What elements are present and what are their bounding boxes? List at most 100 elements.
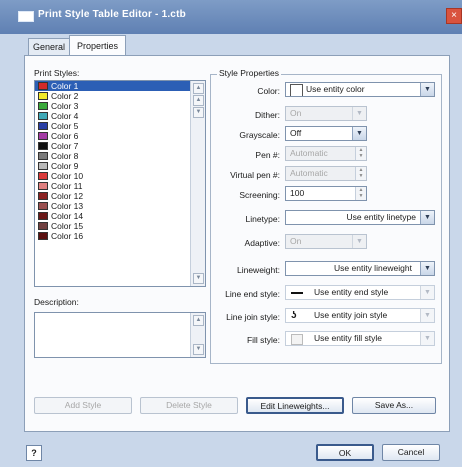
print-style-item[interactable]: Color 9 <box>35 161 205 171</box>
print-style-item[interactable]: Color 11 <box>35 181 205 191</box>
color-swatch-icon <box>38 162 48 170</box>
line-join-style-value: Use entity join style <box>314 310 388 320</box>
chevron-down-icon[interactable]: ▼ <box>420 262 434 275</box>
fill-style-icon <box>291 334 303 345</box>
print-style-item[interactable]: Color 13 <box>35 201 205 211</box>
cancel-button[interactable]: Cancel <box>382 444 440 461</box>
color-value: Use entity color <box>306 84 365 94</box>
chevron-down-icon[interactable]: ▼ <box>420 211 434 224</box>
print-style-label: Color 7 <box>51 141 79 151</box>
color-dropdown[interactable]: Use entity color ▼ <box>285 82 435 97</box>
fill-style-value: Use entity fill style <box>314 333 383 343</box>
line-end-style-dropdown[interactable]: Use entity end style ▼ <box>285 285 435 300</box>
virtual-pen-value: Automatic <box>290 168 328 178</box>
scroll-down-small-icon[interactable]: ▼ <box>193 107 204 118</box>
print-style-label: Color 12 <box>51 191 84 201</box>
print-style-item[interactable]: Color 10 <box>35 171 205 181</box>
print-style-item[interactable]: Color 16 <box>35 231 205 241</box>
print-style-label: Color 8 <box>51 151 79 161</box>
print-styles-label: Print Styles: <box>34 68 80 78</box>
virtual-pen-spinner[interactable]: Automatic ▲ ▼ <box>285 166 367 181</box>
print-style-item[interactable]: Color 2 <box>35 91 205 101</box>
edit-lineweights-button[interactable]: Edit Lineweights... <box>246 397 344 414</box>
help-button[interactable]: ? <box>26 445 42 461</box>
print-style-item[interactable]: Color 4 <box>35 111 205 121</box>
lineweight-dropdown[interactable]: Use entity lineweight ▼ <box>285 261 435 276</box>
save-as-button[interactable]: Save As... <box>352 397 436 414</box>
fill-style-dropdown[interactable]: Use entity fill style ▼ <box>285 331 435 346</box>
grayscale-label: Grayscale: <box>239 130 280 140</box>
tab-properties[interactable]: Properties <box>69 35 126 57</box>
linetype-value: Use entity linetype <box>346 212 416 222</box>
list-scrollbar[interactable]: ▲ ▲ ▼ ▼ <box>190 81 205 286</box>
color-swatch-icon <box>38 82 48 90</box>
screening-spinner[interactable]: 100 ▲ ▼ <box>285 186 367 201</box>
print-style-label: Color 1 <box>51 81 79 91</box>
desc-scroll-down-icon[interactable]: ▼ <box>193 344 204 355</box>
spinner-arrows-icon[interactable]: ▲ ▼ <box>355 147 366 160</box>
lineweight-value: Use entity lineweight <box>334 263 412 273</box>
line-join-style-dropdown[interactable]: ʖ Use entity join style ▼ <box>285 308 435 323</box>
print-style-item[interactable]: Color 14 <box>35 211 205 221</box>
window-icon <box>18 11 34 22</box>
color-swatch-icon <box>38 212 48 220</box>
color-swatch-icon <box>38 152 48 160</box>
spinner-arrows-icon[interactable]: ▲ ▼ <box>355 187 366 200</box>
description-field[interactable]: ▲ ▼ <box>34 312 206 358</box>
color-swatch-icon <box>38 202 48 210</box>
description-scrollbar[interactable]: ▲ ▼ <box>190 313 205 357</box>
chevron-down-icon[interactable]: ▼ <box>352 127 366 140</box>
print-style-label: Color 11 <box>51 181 83 191</box>
delete-style-button[interactable]: Delete Style <box>140 397 238 414</box>
color-swatch-icon <box>38 92 48 100</box>
print-style-item[interactable]: Color 1 <box>35 81 205 91</box>
color-swatch-icon <box>38 132 48 140</box>
scroll-track-icon[interactable]: ▲ <box>193 95 204 106</box>
print-style-item[interactable]: Color 8 <box>35 151 205 161</box>
print-style-item[interactable]: Color 5 <box>35 121 205 131</box>
print-style-item[interactable]: Color 7 <box>35 141 205 151</box>
window-title: Print Style Table Editor - 1.ctb <box>38 9 186 20</box>
grayscale-dropdown[interactable]: Off ▼ <box>285 126 367 141</box>
print-style-label: Color 16 <box>51 231 84 241</box>
color-swatch-icon <box>38 112 48 120</box>
dither-label: Dither: <box>254 110 280 120</box>
chevron-down-icon[interactable]: ▼ <box>352 107 366 120</box>
chevron-down-icon[interactable]: ▼ <box>420 309 434 322</box>
screening-label: Screening: <box>239 190 280 200</box>
color-swatch-icon <box>38 222 48 230</box>
print-style-table-editor-window: Print Style Table Editor - 1.ctb × Gener… <box>0 0 462 467</box>
print-style-label: Color 15 <box>51 221 84 231</box>
print-style-item[interactable]: Color 12 <box>35 191 205 201</box>
chevron-down-icon[interactable]: ▼ <box>420 286 434 299</box>
dither-dropdown[interactable]: On ▼ <box>285 106 367 121</box>
adaptive-dropdown[interactable]: On ▼ <box>285 234 367 249</box>
chevron-down-icon[interactable]: ▼ <box>420 83 434 96</box>
print-style-label: Color 4 <box>51 111 79 121</box>
print-style-item[interactable]: Color 15 <box>35 221 205 231</box>
print-style-item[interactable]: Color 6 <box>35 131 205 141</box>
close-button[interactable]: × <box>446 8 462 24</box>
print-style-item[interactable]: Color 3 <box>35 101 205 111</box>
color-swatch-icon <box>290 84 303 96</box>
lineweight-label: Lineweight: <box>236 265 280 275</box>
scroll-down-icon[interactable]: ▼ <box>193 273 204 284</box>
print-style-label: Color 3 <box>51 101 79 111</box>
fill-style-label: Fill style: <box>246 335 280 345</box>
print-style-label: Color 6 <box>51 131 79 141</box>
add-style-button[interactable]: Add Style <box>34 397 132 414</box>
line-end-style-value: Use entity end style <box>314 287 389 297</box>
line-end-style-label: Line end style: <box>225 289 280 299</box>
chevron-down-icon[interactable]: ▼ <box>352 235 366 248</box>
print-styles-list[interactable]: Color 1 Color 2 Color 3 Color 4 Color 5 Color… <box>34 80 206 287</box>
print-style-label: Color 2 <box>51 91 79 101</box>
ok-button[interactable]: OK <box>316 444 374 461</box>
desc-scroll-up-icon[interactable]: ▲ <box>193 315 204 326</box>
linetype-dropdown[interactable]: Use entity linetype ▼ <box>285 210 435 225</box>
pen-number-spinner[interactable]: Automatic ▲ ▼ <box>285 146 367 161</box>
line-end-icon <box>291 292 303 294</box>
line-join-style-label: Line join style: <box>226 312 280 322</box>
chevron-down-icon[interactable]: ▼ <box>420 332 434 345</box>
scroll-up-icon[interactable]: ▲ <box>193 83 204 94</box>
spinner-arrows-icon[interactable]: ▲ ▼ <box>355 167 366 180</box>
